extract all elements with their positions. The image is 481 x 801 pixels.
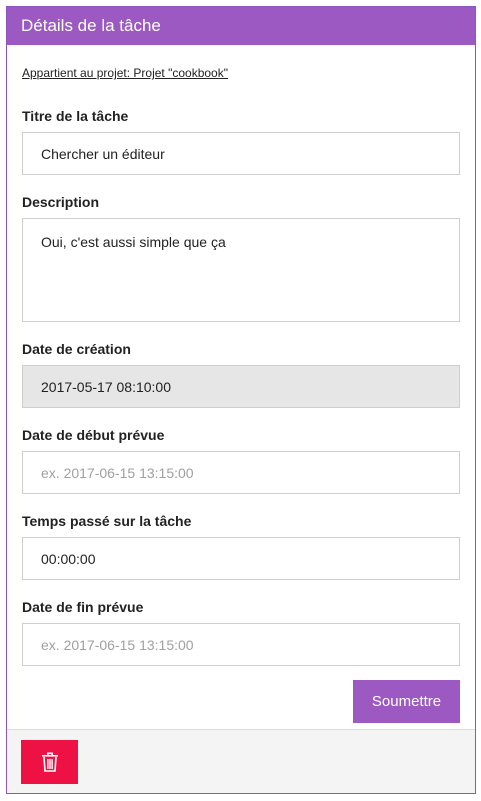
time-spent-field-group: Temps passé sur la tâche: [22, 513, 460, 580]
created-field-group: Date de création: [22, 341, 460, 408]
delete-button[interactable]: [21, 740, 78, 784]
planned-end-label: Date de fin prévue: [22, 599, 144, 615]
project-link[interactable]: Appartient au projet: Projet "cookbook": [22, 66, 228, 80]
panel-footer: [7, 729, 475, 793]
created-label: Date de création: [22, 341, 131, 357]
title-field-group: Titre de la tâche: [22, 108, 460, 175]
planned-start-label: Date de début prévue: [22, 427, 165, 443]
task-details-panel: Détails de la tâche Appartient au projet…: [6, 6, 476, 794]
submit-row: Soumettre: [22, 680, 460, 723]
title-input[interactable]: [22, 132, 460, 175]
title-label: Titre de la tâche: [22, 108, 129, 124]
description-field-group: Description Oui, c'est aussi simple que …: [22, 194, 460, 322]
panel-body: Appartient au projet: Projet "cookbook" …: [7, 45, 475, 723]
panel-title: Détails de la tâche: [21, 16, 161, 35]
planned-end-input[interactable]: [22, 623, 460, 666]
planned-start-input[interactable]: [22, 451, 460, 494]
created-input: [22, 365, 460, 408]
planned-end-field-group: Date de fin prévue: [22, 599, 460, 666]
submit-button[interactable]: Soumettre: [353, 680, 460, 723]
time-spent-label: Temps passé sur la tâche: [22, 513, 192, 529]
description-textarea[interactable]: Oui, c'est aussi simple que ça: [22, 218, 460, 322]
description-label: Description: [22, 194, 100, 210]
planned-start-field-group: Date de début prévue: [22, 427, 460, 494]
panel-header: Détails de la tâche: [7, 7, 475, 45]
time-spent-input[interactable]: [22, 537, 460, 580]
trash-icon: [41, 752, 58, 772]
